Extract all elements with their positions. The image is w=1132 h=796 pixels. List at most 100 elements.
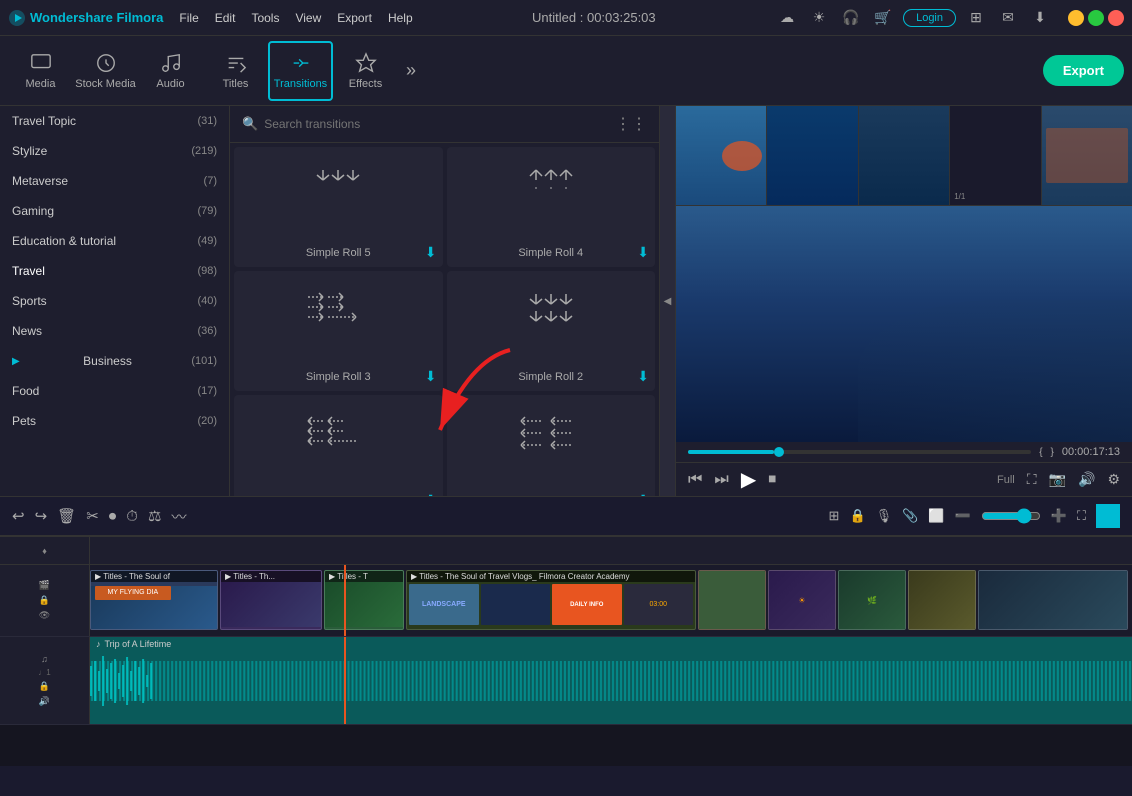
stock-media-tab[interactable]: Stock Media <box>73 41 138 101</box>
eq-icon[interactable]: ⚖ <box>148 507 161 525</box>
audio-tab[interactable]: Audio <box>138 41 203 101</box>
download-icon[interactable]: ⬇ <box>1028 6 1052 30</box>
brightness-icon[interactable]: ☀ <box>807 6 831 30</box>
minimize-button[interactable] <box>1068 10 1084 26</box>
fit-icon[interactable]: ⬜ <box>928 508 944 524</box>
cut-icon[interactable]: ✂ <box>86 507 99 525</box>
sidebar-item-news[interactable]: News (36) <box>0 316 229 346</box>
download-2-icon[interactable]: ⬇ <box>637 368 649 385</box>
audio-track-content[interactable]: ♪ Trip of A Lifetime <box>90 637 1132 724</box>
mail-icon[interactable]: ✉ <box>996 6 1020 30</box>
thumb-3[interactable] <box>858 106 949 205</box>
thumb-4[interactable]: 1/1 <box>949 106 1040 205</box>
clip-5[interactable] <box>698 570 766 630</box>
transition-simple-roll-2[interactable]: Simple Roll 2 ⬇ <box>447 271 656 391</box>
more-tools[interactable]: » <box>406 60 416 81</box>
transition-simple-roll-5[interactable]: Simple Roll 5 ⬇ <box>234 147 443 267</box>
clip-4[interactable]: ▶ Titles - The Soul of Travel Vlogs_ Fil… <box>406 570 696 630</box>
effects-tab[interactable]: Effects <box>333 41 398 101</box>
clip-6[interactable]: ☀ <box>768 570 836 630</box>
sidebar-item-travel-topic[interactable]: Travel Topic (31) <box>0 106 229 136</box>
stop-icon[interactable]: ⏹ <box>768 471 776 489</box>
sidebar-item-stylize[interactable]: Stylize (219) <box>0 136 229 166</box>
sidebar-item-metaverse[interactable]: Metaverse (7) <box>0 166 229 196</box>
sidebar-item-business[interactable]: ▶ Business (101) <box>0 346 229 376</box>
media-tab[interactable]: Media <box>8 41 73 101</box>
snapshot-icon[interactable]: 📷 <box>1049 471 1066 488</box>
progress-bar[interactable] <box>688 450 1031 454</box>
grid-icon[interactable]: ⊞ <box>964 6 988 30</box>
redo-icon[interactable]: ↪ <box>35 507 48 525</box>
transitions-tab[interactable]: Transitions <box>268 41 333 101</box>
sidebar-item-pets[interactable]: Pets (20) <box>0 406 229 436</box>
download-5-icon[interactable]: ⬇ <box>425 244 437 261</box>
grid-view-icon[interactable]: ⋮⋮ <box>615 114 647 134</box>
menu-view[interactable]: View <box>295 11 321 25</box>
download-4-icon[interactable]: ⬇ <box>637 244 649 261</box>
grid-timeline-icon[interactable]: ⊞ <box>829 508 840 524</box>
transition-simple-roll-4[interactable]: Simple Roll 4 ⬇ <box>447 147 656 267</box>
transition-simple-roll-12[interactable]: Simple Roll 12 ⬇ <box>234 395 443 496</box>
sidebar-item-food[interactable]: Food (17) <box>0 376 229 406</box>
step-back-icon[interactable]: ⏭ <box>714 471 728 489</box>
menu-file[interactable]: File <box>179 11 198 25</box>
menu-tools[interactable]: Tools <box>251 11 279 25</box>
cart-icon[interactable]: 🛒 <box>871 6 895 30</box>
skip-back-icon[interactable]: ⏮ <box>688 471 702 489</box>
timer-icon[interactable]: ⏱ <box>126 508 138 525</box>
export-button[interactable]: Export <box>1043 55 1124 86</box>
thumb-1[interactable] <box>676 106 766 205</box>
cloud-icon[interactable]: ☁ <box>775 6 799 30</box>
settings-playback-icon[interactable]: ⚙ <box>1107 471 1120 488</box>
clip-9[interactable] <box>978 570 1128 630</box>
clip-icon[interactable]: 📎 <box>902 508 918 524</box>
clip-2[interactable]: ▶ Titles - Th... <box>220 570 322 630</box>
transition-simple-roll-1[interactable]: Simple Roll 1 ⬇ <box>447 395 656 496</box>
waveform-icon[interactable]: 〰 <box>171 506 186 527</box>
sidebar-count: (49) <box>197 235 217 247</box>
login-button[interactable]: Login <box>903 9 956 27</box>
thumb-5[interactable] <box>1041 106 1132 205</box>
thumb-2[interactable] <box>766 106 857 205</box>
zoom-slider[interactable] <box>981 508 1041 524</box>
progress-handle[interactable] <box>774 447 784 457</box>
menu-export[interactable]: Export <box>337 11 372 25</box>
record-icon[interactable]: ⏺ <box>109 508 117 525</box>
sidebar-item-sports[interactable]: Sports (40) <box>0 286 229 316</box>
titles-tab[interactable]: Titles <box>203 41 268 101</box>
download-12-icon[interactable]: ⬇ <box>425 492 437 496</box>
volume-icon[interactable]: 🔊 <box>1078 471 1095 488</box>
fullscreen-icon[interactable]: ⛶ <box>1027 471 1037 488</box>
clip-8[interactable] <box>908 570 976 630</box>
audio-vol-icon[interactable]: 🔊 <box>39 696 50 707</box>
eye-icon[interactable]: 👁 <box>39 610 50 621</box>
clip-1[interactable]: ▶ Titles - The Soul of MY FLYING DIA <box>90 570 218 630</box>
lock-track-icon[interactable]: 🔒 <box>39 595 50 606</box>
headphone-icon[interactable]: 🎧 <box>839 6 863 30</box>
sidebar-item-travel[interactable]: Travel (98) <box>0 256 229 286</box>
maximize-button[interactable] <box>1088 10 1104 26</box>
minus-zoom-icon[interactable]: ➖ <box>955 508 971 524</box>
play-icon[interactable]: ▶ <box>741 467 756 492</box>
menu-edit[interactable]: Edit <box>215 11 236 25</box>
lock-icon[interactable]: 🔒 <box>849 508 865 524</box>
close-button[interactable] <box>1108 10 1124 26</box>
menu-help[interactable]: Help <box>388 11 413 25</box>
extend-icon[interactable]: ⛶ <box>1077 508 1086 524</box>
download-3-icon[interactable]: ⬇ <box>425 368 437 385</box>
clip-7[interactable]: 🌿 <box>838 570 906 630</box>
sidebar-count: (79) <box>197 205 217 217</box>
download-1-icon[interactable]: ⬇ <box>637 492 649 496</box>
collapse-panel-button[interactable]: ◀ <box>660 106 676 496</box>
audio-lock-icon[interactable]: 🔒 <box>39 681 50 692</box>
plus-zoom-icon[interactable]: ➕ <box>1051 508 1067 524</box>
delete-icon[interactable]: 🗑 <box>57 507 76 525</box>
mic-icon[interactable]: 🎙 <box>876 508 893 524</box>
video-track-content[interactable]: ▶ Titles - The Soul of MY FLYING DIA ▶ T… <box>90 565 1132 636</box>
sidebar-item-education[interactable]: Education & tutorial (49) <box>0 226 229 256</box>
transition-simple-roll-3[interactable]: Simple Roll 3 ⬇ <box>234 271 443 391</box>
clip-3[interactable]: ▶ Titles - T <box>324 570 404 630</box>
sidebar-item-gaming[interactable]: Gaming (79) <box>0 196 229 226</box>
search-input[interactable] <box>264 117 609 131</box>
undo-icon[interactable]: ↩ <box>12 507 25 525</box>
